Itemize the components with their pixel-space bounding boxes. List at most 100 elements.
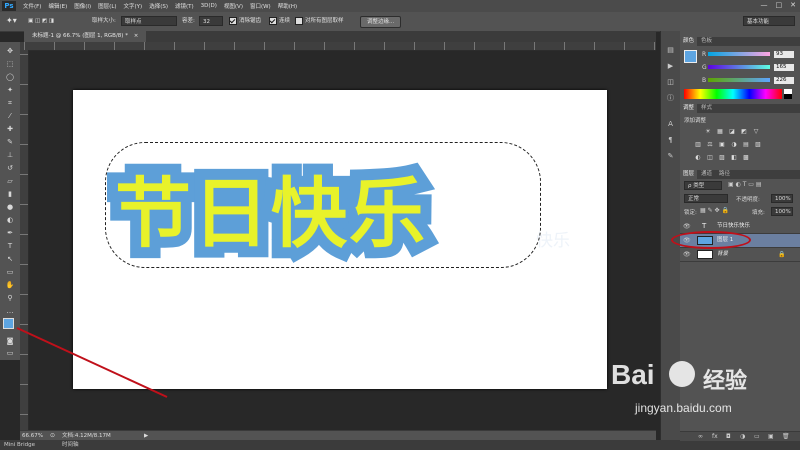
type-tool-icon[interactable]: T (4, 241, 16, 251)
magic-wand-icon[interactable]: ✦▾ (6, 16, 17, 26)
foreground-color-swatch[interactable] (3, 318, 14, 329)
menu-edit[interactable]: 编辑(E) (48, 2, 67, 10)
character-panel-icon[interactable]: A (665, 119, 676, 129)
tab-styles[interactable]: 样式 (698, 104, 715, 113)
magic-wand-tool-icon[interactable]: ✦ (4, 85, 16, 95)
layer-filter-icons[interactable]: ▣ ◐ T ▭ ▤ (728, 181, 762, 188)
workspace-select[interactable]: 基本功能 (743, 16, 795, 26)
photo-filter-icon[interactable]: ◑ (730, 141, 738, 148)
black-white-icon[interactable]: ▣ (718, 141, 726, 148)
exposure-icon[interactable]: ◩ (740, 128, 748, 135)
path-select-icon[interactable]: ↖ (4, 254, 16, 264)
menu-3d[interactable]: 3D(D) (201, 3, 217, 9)
channel-g-value[interactable]: 165 (774, 64, 794, 71)
info-panel-icon[interactable]: ⓘ (665, 93, 676, 103)
document-tab[interactable]: 未标题-1 @ 66.7% (图层 1, RGB/8) * × (24, 31, 147, 42)
menu-view[interactable]: 视图(V) (224, 2, 243, 10)
menu-image[interactable]: 图像(I) (74, 2, 91, 10)
tolerance-input[interactable]: 32 (199, 16, 223, 26)
channel-mixer-icon[interactable]: ▤ (742, 141, 750, 148)
quick-mask-icon[interactable]: ◙ (4, 336, 16, 346)
crop-tool-icon[interactable]: ⌗ (4, 98, 16, 108)
tab-mini-bridge[interactable]: Mini Bridge (4, 440, 35, 450)
pen-tool-icon[interactable]: ✒ (4, 228, 16, 238)
shape-tool-icon[interactable]: ▭ (4, 267, 16, 277)
dodge-tool-icon[interactable]: ◐ (4, 215, 16, 225)
channel-r-slider[interactable] (708, 52, 770, 56)
antialias-checkbox[interactable]: 消除锯齿 (229, 16, 261, 26)
hue-saturation-icon[interactable]: ▥ (694, 141, 702, 148)
tab-channels[interactable]: 通道 (698, 170, 715, 179)
paragraph-panel-icon[interactable]: ¶ (665, 135, 676, 145)
posterize-icon[interactable]: ◫ (706, 154, 714, 161)
tab-layers[interactable]: 图层 (680, 170, 698, 179)
menu-layer[interactable]: 图层(L) (98, 2, 116, 10)
move-tool-icon[interactable]: ✥ (4, 46, 16, 56)
curves-icon[interactable]: ◪ (728, 128, 736, 135)
history-panel-icon[interactable]: ▤ (665, 45, 676, 55)
zoom-tool-icon[interactable]: ⚲ (4, 293, 16, 303)
refine-edge-button[interactable]: 调整边缘... (360, 16, 402, 28)
screen-mode-icon[interactable]: ▭ (4, 348, 16, 358)
brightness-icon[interactable]: ☀ (704, 128, 712, 135)
stamp-tool-icon[interactable]: ⊥ (4, 150, 16, 160)
tab-color[interactable]: 颜色 (680, 37, 698, 46)
selective-color-icon[interactable]: ◧ (730, 154, 738, 161)
tab-swatches[interactable]: 色板 (698, 37, 715, 46)
sample-size-select[interactable]: 取样点 (121, 16, 177, 26)
color-spectrum-bar[interactable] (684, 89, 782, 99)
eyedropper-tool-icon[interactable]: ⁄ (4, 111, 16, 121)
channel-b-value[interactable]: 226 (774, 77, 794, 84)
brush-panel-icon[interactable]: ✎ (665, 151, 676, 161)
tab-adjustments[interactable]: 调整 (680, 104, 698, 113)
threshold-icon[interactable]: ▨ (718, 154, 726, 161)
layer-kind-filter[interactable]: ρ 类型 (684, 181, 722, 190)
menu-window[interactable]: 窗口(W) (250, 2, 271, 10)
fill-input[interactable]: 100% (771, 207, 793, 216)
menu-type[interactable]: 文字(Y) (124, 2, 143, 10)
tab-paths[interactable]: 路径 (716, 170, 733, 179)
all-layers-checkbox[interactable]: 对所有图层取样 (295, 16, 344, 26)
channel-b-slider[interactable] (708, 78, 770, 82)
minimize-icon[interactable]: — (761, 1, 768, 9)
color-balance-icon[interactable]: ⚖ (706, 141, 714, 148)
menu-help[interactable]: 帮助(H) (278, 2, 297, 10)
black-white-swatch[interactable] (784, 89, 792, 99)
lock-icons[interactable]: ▦ ✎ ✥ 🔒 (700, 207, 729, 214)
visibility-eye-icon[interactable]: 👁 (683, 220, 691, 233)
healing-tool-icon[interactable]: ✚ (4, 124, 16, 134)
history-brush-icon[interactable]: ↺ (4, 163, 16, 173)
layer-row-background[interactable]: 👁 背景 🔒 (680, 248, 800, 262)
channel-g-slider[interactable] (708, 65, 770, 69)
layer-name[interactable]: 背景 (717, 248, 728, 261)
actions-panel-icon[interactable]: ▶ (665, 61, 676, 71)
close-icon[interactable]: ✕ (790, 1, 796, 9)
menu-filter[interactable]: 滤镜(T) (175, 2, 194, 10)
blend-mode-select[interactable]: 正常 (684, 194, 728, 203)
brush-tool-icon[interactable]: ✎ (4, 137, 16, 147)
invert-icon[interactable]: ◐ (694, 154, 702, 161)
hand-tool-icon[interactable]: ✋ (4, 280, 16, 290)
menu-file[interactable]: 文件(F) (23, 2, 41, 10)
document-canvas[interactable]: 快乐 节日快乐 节日快乐 (73, 90, 607, 389)
levels-icon[interactable]: ▦ (716, 128, 724, 135)
tab-close-icon[interactable]: × (134, 33, 139, 39)
more-tools-icon[interactable]: … (4, 306, 16, 316)
visibility-eye-icon[interactable]: 👁 (683, 248, 691, 261)
maximize-icon[interactable]: □ (776, 1, 783, 9)
tab-timeline[interactable]: 时间轴 (62, 440, 79, 450)
menu-select[interactable]: 选择(S) (149, 2, 168, 10)
lasso-tool-icon[interactable]: ◯ (4, 72, 16, 82)
color-foreground-swatch[interactable] (684, 50, 697, 63)
gradient-map-icon[interactable]: ▩ (742, 154, 750, 161)
color-lookup-icon[interactable]: ▧ (754, 141, 762, 148)
gradient-tool-icon[interactable]: ▮ (4, 189, 16, 199)
marquee-tool-icon[interactable]: ⬚ (4, 59, 16, 69)
opacity-input[interactable]: 100% (771, 194, 793, 203)
eraser-tool-icon[interactable]: ▱ (4, 176, 16, 186)
blur-tool-icon[interactable]: ● (4, 202, 16, 212)
selection-mode-icons[interactable]: ▣ ◫ ◩ ◨ (28, 16, 86, 26)
contiguous-checkbox[interactable]: 连续 (269, 16, 290, 26)
vibrance-icon[interactable]: ▽ (752, 128, 760, 135)
properties-panel-icon[interactable]: ◫ (665, 77, 676, 87)
